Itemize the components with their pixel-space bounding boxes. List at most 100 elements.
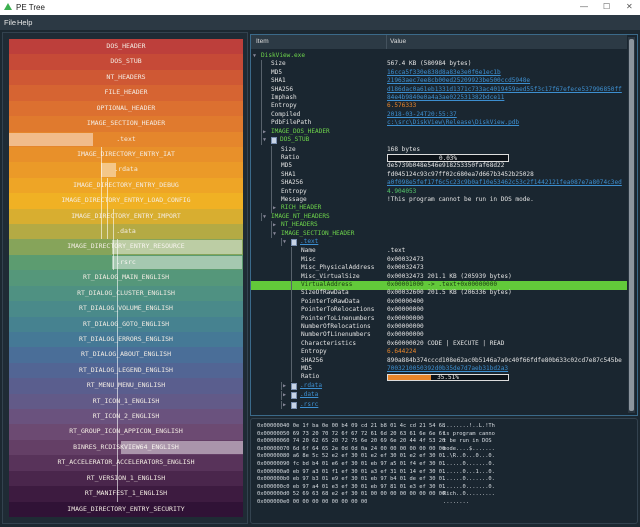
tree-row[interactable]: Ratio 0.03% (251, 153, 627, 163)
tree-row[interactable]: ▼ DiskView.exe (251, 52, 627, 61)
menu-file[interactable]: File (4, 18, 16, 27)
tree-row[interactable]: Compiled 2018-03-24T20:55:37 (251, 110, 627, 120)
tree-row[interactable]: ▶ .rdata (251, 381, 627, 391)
map-region[interactable]: RT_DIALOG_GOTO_ENGLISH (9, 316, 243, 333)
map-region[interactable]: RT_VERSION_1_ENGLISH (9, 470, 243, 487)
tree-row[interactable]: MD5 7003210050392d0b35de7d7aeb31bd2a3 (251, 365, 627, 374)
collapsed-arrow-icon[interactable]: ▶ (273, 204, 276, 213)
tree-row[interactable]: Misc_VirtualSize 0x00032473 201.1 KB (205… (251, 272, 627, 282)
scrollbar-thumb[interactable] (629, 39, 634, 411)
tree-row[interactable]: VirtualAddress 0x00001000 -> .text+0x0000… (251, 281, 627, 290)
tree-row[interactable]: PointerToLinenumbers 0x00000000 (251, 314, 627, 324)
region-boundary (117, 239, 118, 502)
tree-value: !This program cannot be run in DOS mode. (387, 195, 534, 203)
map-region[interactable]: RT_DIALOG_ABOUT_ENGLISH (9, 347, 243, 364)
expanded-arrow-icon[interactable]: ▼ (283, 238, 286, 247)
tree-row[interactable]: ▼ IMAGE_SECTION_HEADER (251, 229, 627, 239)
tree-row[interactable]: SHA1 21963aec7ee8cb00ed25209923be500ccd59… (251, 77, 627, 86)
tree-row[interactable]: Name .text (251, 247, 627, 256)
tree-row[interactable]: Imphash 84e4b9840e0a4a3ae022531382bdce11 (251, 94, 627, 103)
tree-value: c:\src\DiskView\Release\DiskView.pdb (387, 119, 520, 127)
expanded-arrow-icon[interactable]: ▼ (263, 213, 266, 222)
tree-row[interactable]: SHA256 d186dac0a61eb1331d1371c733ac401945… (251, 85, 627, 95)
map-region[interactable]: RT_ICON_2_ENGLISH (9, 409, 243, 425)
map-region[interactable]: .data (9, 224, 243, 240)
tree-row[interactable]: ▶ NT_HEADERS (251, 221, 627, 230)
map-region[interactable]: RT_DIALOG_CLUSTER_ENGLISH (9, 285, 243, 302)
map-region[interactable]: .rdata (9, 162, 243, 179)
expanded-arrow-icon[interactable]: ▼ (273, 230, 276, 239)
tree-row[interactable]: PdbFilePath c:\src\DiskView\Release\DiskV… (251, 119, 627, 128)
tree-scrollbar[interactable] (628, 37, 635, 413)
tree-value: de5739b048e546e918253350faf68d22 (387, 162, 505, 170)
tree-row[interactable]: NumberOfRelocations 0x00000000 (251, 323, 627, 332)
tree-row[interactable]: Size 567.4 KB (580984 bytes) (251, 60, 627, 69)
close-button[interactable]: ✕ (626, 2, 633, 11)
tree-row[interactable]: MD5 de5739b048e546e918253350faf68d22 (251, 162, 627, 171)
menu-help[interactable]: Help (17, 18, 32, 27)
column-value[interactable]: Value (390, 38, 406, 45)
tree-row[interactable]: PointerToRelocations 0x00000000 (251, 306, 627, 315)
tree-row[interactable]: Misc 0x00032473 (251, 255, 627, 265)
tree-row[interactable]: Entropy 4.904053 (251, 187, 627, 196)
tree-row[interactable]: MD5 16cca5f330e838d8a83e3e0f6e1ec1b (251, 68, 627, 78)
expanded-arrow-icon[interactable]: ▼ (253, 52, 256, 61)
tree-row[interactable]: SHA256 890a884b374cccd108e62ac0b5146a7a9c… (251, 356, 627, 366)
tree-row[interactable]: Entropy 6.576333 (251, 102, 627, 111)
tree-row[interactable]: ▶ RICH_HEADER (251, 204, 627, 213)
tree-row[interactable]: ▼ .text (251, 237, 627, 247)
map-region[interactable]: DOS_HEADER (9, 39, 243, 55)
map-region[interactable]: RT_DIALOG_MAIN_ENGLISH (9, 270, 243, 287)
tree-row[interactable]: Entropy 6.644224 (251, 348, 627, 357)
tree-row[interactable]: Message !This program cannot be run in DO… (251, 195, 627, 205)
map-region[interactable]: RT_ACCELERATOR_ACCELERATORS_ENGLISH (9, 455, 243, 472)
map-region[interactable]: IMAGE_DIRECTORY_ENTRY_SECURITY (9, 501, 243, 518)
tree-row[interactable]: PointerToRawData 0x00000400 (251, 297, 627, 307)
tree-branch-line (291, 281, 292, 290)
collapsed-arrow-icon[interactable]: ▶ (263, 128, 266, 137)
map-region[interactable]: IMAGE_DIRECTORY_ENTRY_DEBUG (9, 177, 243, 194)
expanded-arrow-icon[interactable]: ▼ (263, 136, 266, 145)
tree-key: SHA1 (271, 77, 286, 85)
maximize-button[interactable]: ☐ (603, 2, 610, 11)
map-region[interactable]: RT_DIALOG_LEGEND_ENGLISH (9, 362, 243, 379)
map-region[interactable]: RT_ICON_1_ENGLISH (9, 393, 243, 410)
tree-row[interactable]: ▼ DOS_STUB (251, 136, 627, 145)
map-region[interactable]: RT_DIALOG_ERRORS_ENGLISH (9, 331, 243, 348)
collapsed-arrow-icon[interactable]: ▶ (283, 391, 286, 400)
map-region[interactable]: DOS_STUB (9, 54, 243, 71)
tree-row[interactable]: Ratio 35.51% (251, 373, 627, 382)
map-region[interactable]: IMAGE_DIRECTORY_ENTRY_LOAD_CONFIG (9, 193, 243, 210)
tree-row[interactable]: ▶ .data (251, 391, 627, 400)
tree-row[interactable]: ▶ .rsrc (251, 400, 627, 410)
map-region[interactable]: RT_GROUP_ICON_APPICON_ENGLISH (9, 424, 243, 441)
map-region[interactable]: OPTIONAL_HEADER (9, 100, 243, 117)
tree-key: IMAGE_NT_HEADERS (271, 212, 330, 220)
map-region[interactable]: IMAGE_SECTION_HEADER (9, 116, 243, 132)
collapsed-arrow-icon[interactable]: ▶ (283, 401, 286, 410)
hex-row: 0x000000d0 52 69 63 68 e2 ef 30 01 00 00… (257, 491, 495, 499)
map-region[interactable]: IMAGE_DIRECTORY_ENTRY_IMPORT (9, 208, 243, 225)
tree-row[interactable]: SHA256 a0f098e5fef17f6c5c23c9b0af10e53462… (251, 179, 627, 188)
map-region[interactable]: RT_DIALOG_VOLUME_ENGLISH (9, 301, 243, 318)
map-region[interactable]: FILE_HEADER (9, 85, 243, 102)
map-region[interactable]: IMAGE_DIRECTORY_ENTRY_IAT (9, 146, 243, 163)
map-region[interactable]: RT_MANIFEST_1_ENGLISH (9, 486, 243, 503)
ratio-bar: 35.51% (387, 373, 509, 382)
tree-branch-line (291, 289, 292, 298)
collapsed-arrow-icon[interactable]: ▶ (273, 221, 276, 230)
tree-row[interactable]: ▼ IMAGE_NT_HEADERS (251, 212, 627, 222)
map-region[interactable]: NT_HEADERS (9, 69, 243, 86)
tree-row[interactable]: Characteristics 0x60000020 CODE | EXECUTE… (251, 339, 627, 349)
tree-row[interactable]: SizeOfRawData 0x00032600 201.5 KB (206336… (251, 289, 627, 298)
tree-branch-line (291, 339, 292, 349)
tree-row[interactable]: Misc_PhysicalAddress 0x00032473 (251, 264, 627, 273)
tree-row[interactable]: NumberOfLinenumbers 0x00000000 (251, 331, 627, 340)
tree-row[interactable]: Size 168 bytes (251, 145, 627, 154)
collapsed-arrow-icon[interactable]: ▶ (283, 382, 286, 391)
map-region[interactable]: RT_MENU_MENU_ENGLISH (9, 378, 243, 395)
column-item[interactable]: Item (256, 38, 269, 45)
tree-row[interactable]: SHA1 fd045124c93c97ff02c680ea7d667b3452b2… (251, 170, 627, 180)
tree-row[interactable]: ▶ IMAGE_DOS_HEADER (251, 127, 627, 137)
minimize-button[interactable]: — (580, 2, 588, 11)
